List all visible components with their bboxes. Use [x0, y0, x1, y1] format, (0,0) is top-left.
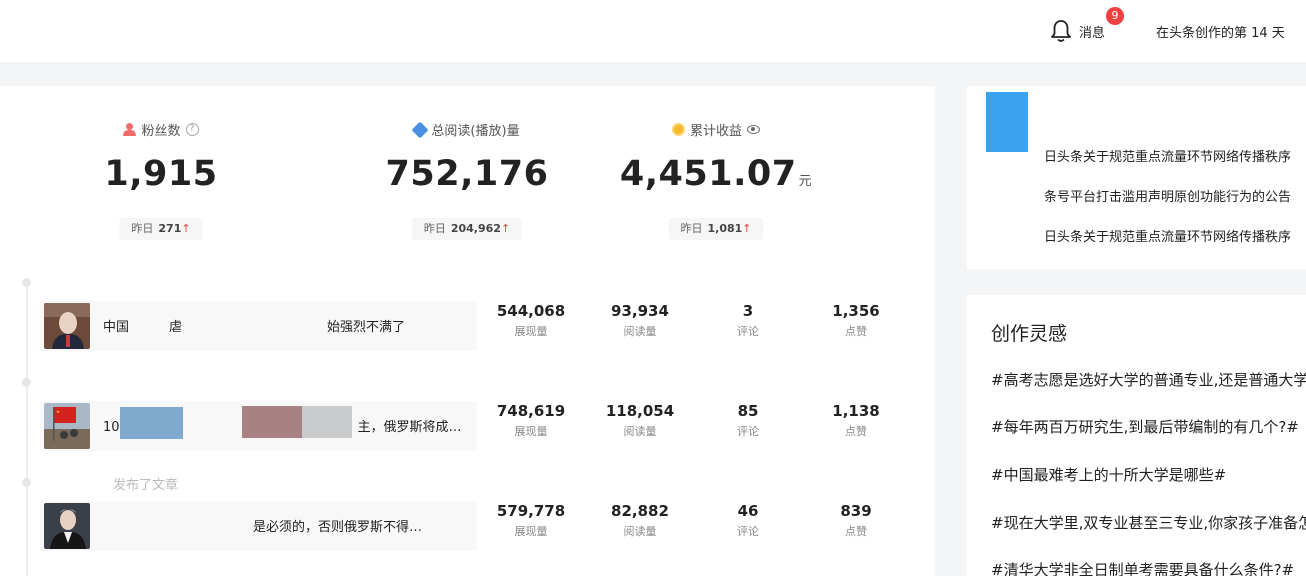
stat-followers-title: 粉丝数 ? [41, 120, 281, 139]
stat-followers-value: 1,915 [104, 154, 218, 194]
arrow-up-icon: ↑ [742, 222, 752, 235]
article-reads: 93,934 阅读量 [611, 302, 669, 338]
messages-link[interactable]: 消息 [1079, 22, 1105, 41]
inspiration-topic[interactable]: #清华大学非全日制单考需要具备什么条件?# [991, 559, 1306, 576]
article-thumbnail [44, 403, 90, 449]
stat-reads-value: 752,176 [385, 154, 549, 194]
stat-income-yesterday: 昨日 1,081↑ [668, 218, 764, 240]
stat-income-title: 累计收益 [596, 120, 836, 139]
article-comments: 85 评论 [737, 402, 759, 438]
article-thumbnail [44, 303, 90, 349]
inspiration-topic[interactable]: #中国最难考上的十所大学是哪些# [991, 464, 1306, 485]
arrow-up-icon: ↑ [500, 222, 511, 235]
coin-icon [671, 123, 685, 136]
stat-reads-title: 总阅读(播放)量 [347, 120, 587, 139]
notice-banner-image[interactable] [986, 92, 1028, 152]
inspiration-topic[interactable]: #现在大学里,双专业甚至三专业,你家孩子准备怎么选# [991, 512, 1306, 533]
article-comments: 46 评论 [737, 502, 759, 538]
timeline-action-label: 发布了文章 [113, 478, 179, 493]
bell-icon[interactable] [1050, 19, 1072, 43]
arrow-up-icon: ↑ [181, 222, 191, 235]
top-bar: 9 消息 在头条创作的第 14 天 [0, 0, 1306, 62]
article-reads: 82,882 阅读量 [611, 502, 669, 538]
help-icon[interactable]: ? [185, 123, 199, 136]
inspiration-topic[interactable]: #每年两百万研究生,到最后带编制的有几个?# [991, 416, 1306, 437]
redaction-block [242, 406, 302, 438]
article-likes: 1,356 点赞 [832, 302, 880, 338]
article-likes: 1,138 点赞 [832, 402, 880, 438]
article-reads: 118,054 阅读量 [605, 402, 675, 438]
article-impressions: 579,778 展现量 [496, 502, 566, 538]
article-comments: 3 评论 [737, 302, 759, 338]
notice-item[interactable]: 日头条关于规范重点流量环节网络传播秩序 [1044, 226, 1306, 245]
user-icon [123, 123, 137, 136]
article-likes: 839 点赞 [840, 502, 872, 538]
stat-followers-yesterday: 昨日 271↑ [119, 218, 203, 240]
timeline-dot [22, 278, 31, 287]
read-icon [411, 121, 429, 138]
inspiration-topic[interactable]: #高考志愿是选好大学的普通专业,还是普通大学的好专业# [991, 369, 1306, 390]
redaction-block [302, 406, 352, 438]
article-row[interactable]: 10 主，俄罗斯将成… [40, 401, 477, 451]
notice-card: 日头条关于规范重点流量环节网络传播秩序 条号平台打击滥用声明原创功能行为的公告 … [967, 86, 1306, 269]
timeline-dot [22, 378, 31, 387]
article-row[interactable]: 是必须的，否则俄罗斯不得… [40, 501, 477, 551]
creation-days-text: 在头条创作的第 14 天 [1156, 26, 1285, 41]
redaction-block [120, 407, 183, 439]
notice-item[interactable]: 条号平台打击滥用声明原创功能行为的公告 [1044, 186, 1306, 205]
message-count-badge: 9 [1106, 7, 1124, 25]
article-impressions: 748,619 展现量 [496, 402, 566, 438]
stat-income-value: 4,451.07 元 [619, 154, 813, 194]
eye-icon[interactable] [747, 125, 760, 134]
inspiration-title: 创作灵感 [991, 323, 1068, 345]
timeline-line [26, 282, 28, 576]
inspiration-card: 创作灵感 #高考志愿是选好大学的普通专业,还是普通大学的好专业# #每年两百万研… [967, 295, 1306, 576]
dashboard-main-panel: 粉丝数 ? 1,915 昨日 271↑ 总阅读(播放)量 752,176 昨日 20… [0, 86, 935, 576]
article-row[interactable]: 中国虐始强烈不满了 [40, 301, 477, 351]
article-title[interactable]: 是必须的，否则俄罗斯不得… [103, 516, 463, 535]
timeline-dot [22, 478, 31, 487]
stat-reads-yesterday: 昨日 204,962↑ [411, 218, 523, 240]
article-title[interactable]: 中国虐始强烈不满了 [103, 316, 463, 335]
article-impressions: 544,068 展现量 [496, 302, 566, 338]
article-thumbnail [44, 503, 90, 549]
notice-item[interactable]: 日头条关于规范重点流量环节网络传播秩序 [1044, 146, 1306, 165]
